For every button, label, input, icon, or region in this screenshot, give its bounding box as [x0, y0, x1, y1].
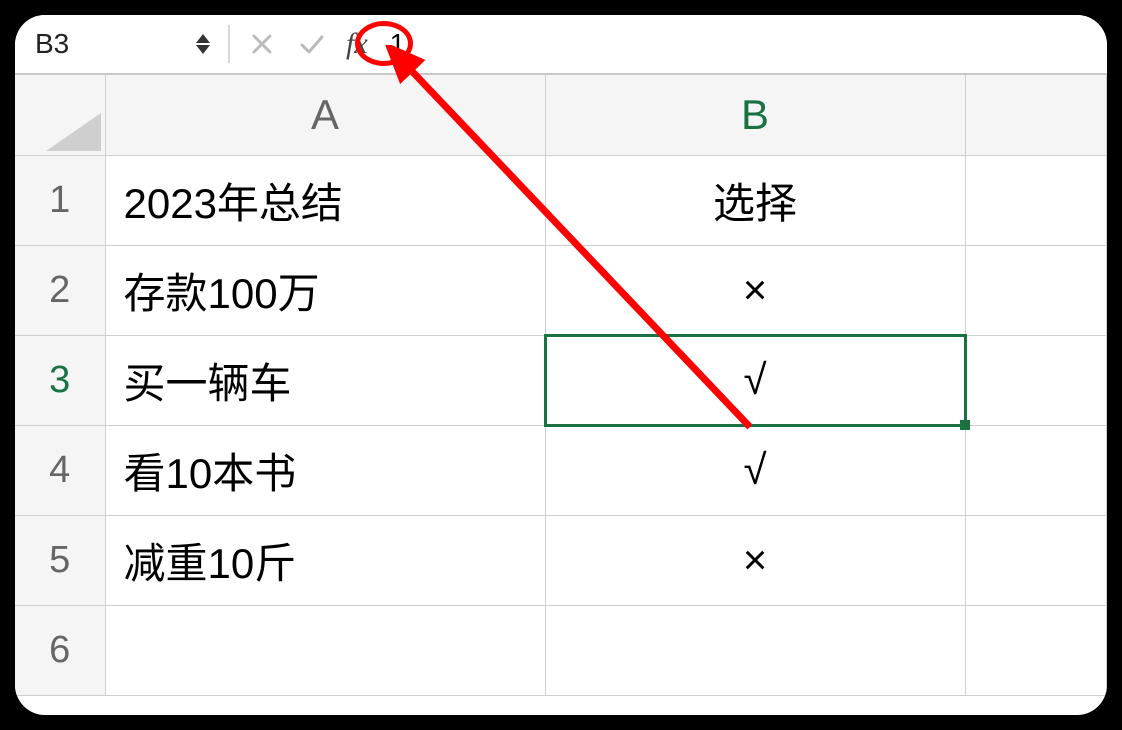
- divider: [228, 25, 230, 63]
- table-row: 2 存款100万 ×: [15, 245, 1107, 335]
- row-header-5[interactable]: 5: [15, 515, 105, 605]
- row-header-1[interactable]: 1: [15, 155, 105, 245]
- cancel-icon[interactable]: [240, 24, 284, 64]
- cell-b4[interactable]: √: [545, 425, 965, 515]
- cell-c1[interactable]: [965, 155, 1107, 245]
- cell-a2[interactable]: 存款100万: [105, 245, 545, 335]
- cell-a4[interactable]: 看10本书: [105, 425, 545, 515]
- table-row: 5 减重10斤 ×: [15, 515, 1107, 605]
- grid-area[interactable]: A B 1 2023年总结 选择 2 存款100万 × 3 买一辆车 √: [15, 75, 1107, 715]
- row-header-4[interactable]: 4: [15, 425, 105, 515]
- cell-b3[interactable]: √: [545, 335, 965, 425]
- select-all-corner[interactable]: [15, 75, 105, 155]
- cell-a1[interactable]: 2023年总结: [105, 155, 545, 245]
- table-row: 1 2023年总结 选择: [15, 155, 1107, 245]
- spreadsheet-window: B3 fx 1 A B 1 2023年总结 选择: [15, 15, 1107, 715]
- column-header-b[interactable]: B: [545, 75, 965, 155]
- name-box-stepper[interactable]: [196, 34, 210, 54]
- cell-b6[interactable]: [545, 605, 965, 695]
- stepper-down-icon[interactable]: [196, 45, 210, 54]
- cell-a6[interactable]: [105, 605, 545, 695]
- formula-bar: B3 fx 1: [15, 15, 1107, 75]
- fx-label: fx: [346, 27, 368, 61]
- stepper-up-icon[interactable]: [196, 34, 210, 43]
- table-row: 4 看10本书 √: [15, 425, 1107, 515]
- cell-c5[interactable]: [965, 515, 1107, 605]
- cell-c4[interactable]: [965, 425, 1107, 515]
- cell-c3[interactable]: [965, 335, 1107, 425]
- cell-c2[interactable]: [965, 245, 1107, 335]
- enter-icon[interactable]: [290, 24, 334, 64]
- row-header-3[interactable]: 3: [15, 335, 105, 425]
- formula-input[interactable]: 1: [388, 28, 1097, 60]
- row-header-6[interactable]: 6: [15, 605, 105, 695]
- row-header-2[interactable]: 2: [15, 245, 105, 335]
- cell-b1[interactable]: 选择: [545, 155, 965, 245]
- table-row: 6: [15, 605, 1107, 695]
- cell-c6[interactable]: [965, 605, 1107, 695]
- cell-b2[interactable]: ×: [545, 245, 965, 335]
- column-header-c[interactable]: [965, 75, 1107, 155]
- cell-b5[interactable]: ×: [545, 515, 965, 605]
- cell-a3[interactable]: 买一辆车: [105, 335, 545, 425]
- column-header-a[interactable]: A: [105, 75, 545, 155]
- name-box[interactable]: B3: [25, 24, 190, 64]
- table-row: 3 买一辆车 √: [15, 335, 1107, 425]
- cell-a5[interactable]: 减重10斤: [105, 515, 545, 605]
